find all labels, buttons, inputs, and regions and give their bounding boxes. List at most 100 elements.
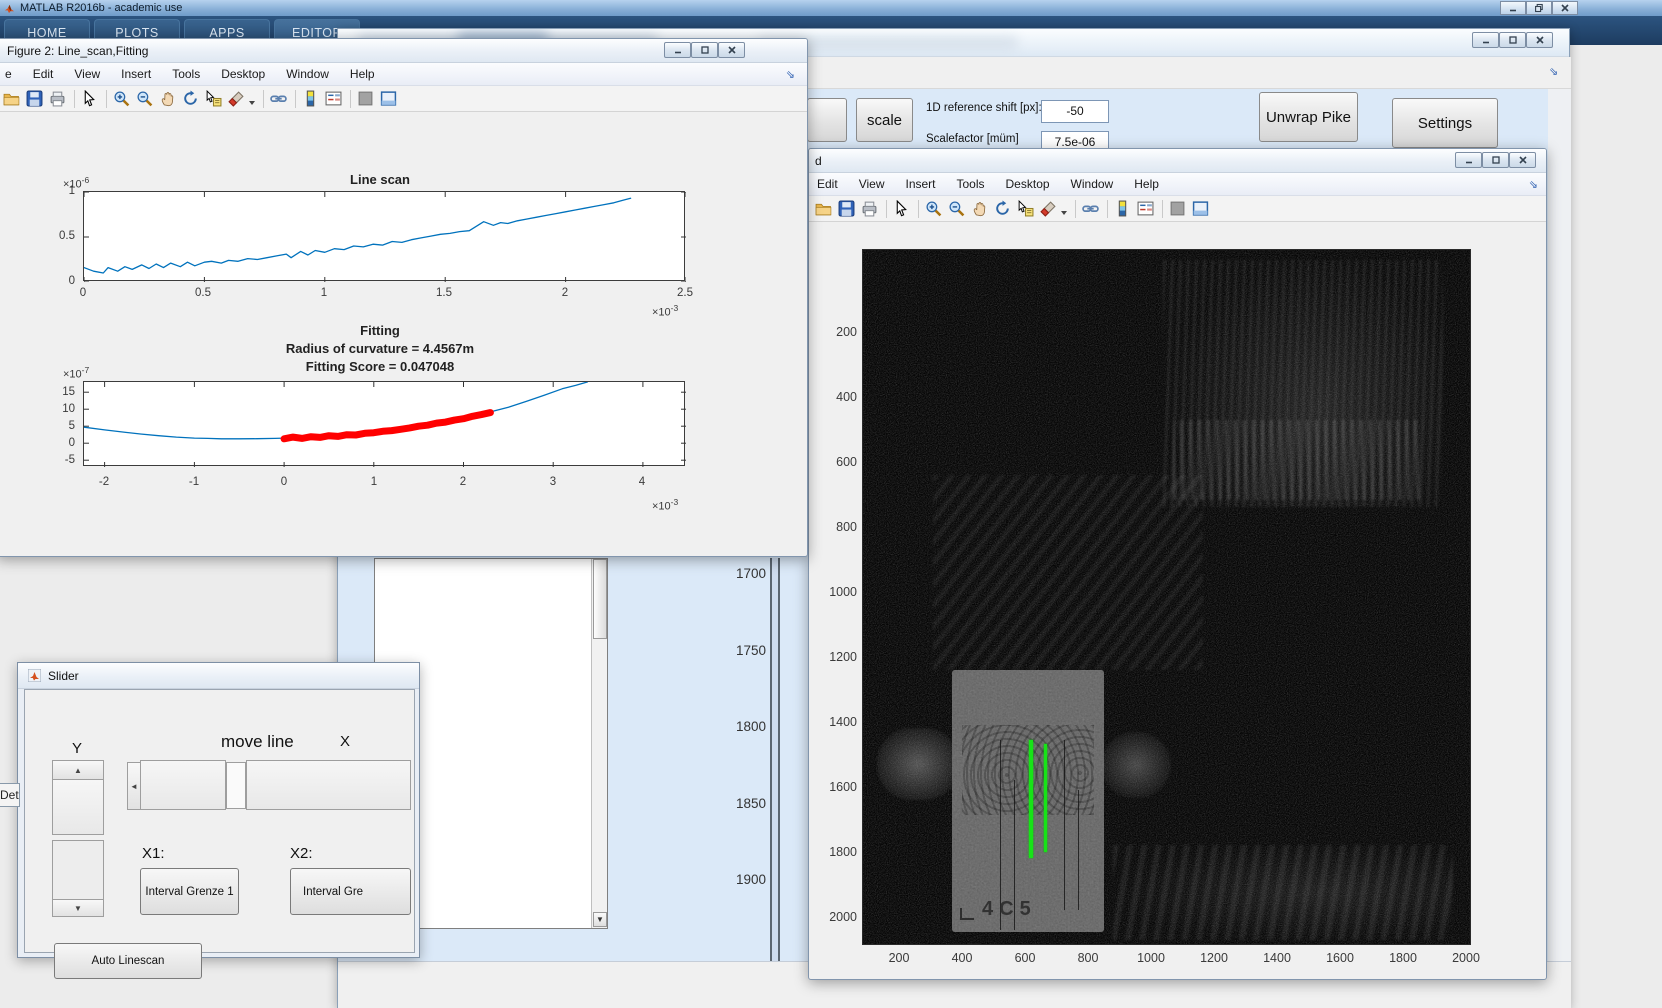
save-icon[interactable] bbox=[26, 90, 43, 107]
colorbar-icon[interactable] bbox=[1114, 200, 1131, 217]
link-plot-icon[interactable] bbox=[1082, 200, 1099, 217]
ytick: 10 bbox=[62, 403, 75, 415]
scale-button[interactable]: scale bbox=[856, 98, 913, 142]
chip-mark bbox=[960, 908, 974, 920]
menu-edit[interactable]: Edit bbox=[817, 177, 838, 191]
legend-icon[interactable] bbox=[1137, 200, 1154, 217]
close-button[interactable] bbox=[1509, 152, 1536, 168]
minimize-button[interactable] bbox=[664, 42, 691, 58]
list-tick: 1800 bbox=[735, 719, 766, 734]
interval-grenze-2-button[interactable]: Interval Gre bbox=[290, 868, 411, 915]
maximize-button[interactable] bbox=[691, 42, 718, 58]
rotate-icon[interactable] bbox=[182, 90, 199, 107]
xtick: 0 bbox=[79, 287, 87, 299]
menu-help[interactable]: Help bbox=[350, 67, 375, 81]
brush-icon[interactable] bbox=[1040, 200, 1057, 217]
menu-tools[interactable]: Tools bbox=[957, 177, 985, 191]
speckle-image-axes[interactable]: 4C5 bbox=[862, 249, 1471, 945]
minimize-button[interactable] bbox=[1472, 32, 1499, 48]
close-button[interactable] bbox=[1552, 1, 1578, 15]
ytick: 200 bbox=[836, 325, 857, 339]
brush-dropdown-caret[interactable] bbox=[1061, 210, 1067, 215]
linescan-marker-1[interactable] bbox=[1029, 740, 1033, 858]
colorbar-icon[interactable] bbox=[302, 90, 319, 107]
slider-thumb[interactable] bbox=[52, 779, 104, 835]
data-cursor-icon[interactable] bbox=[1017, 200, 1034, 217]
slider-track[interactable] bbox=[52, 840, 104, 900]
figure-menubar: e Edit View Insert Tools Desktop Window … bbox=[0, 63, 807, 86]
dock-figure-icon[interactable] bbox=[380, 90, 397, 107]
cursor-icon[interactable] bbox=[893, 200, 910, 217]
zoom-in-icon[interactable] bbox=[113, 90, 130, 107]
new-figure-icon[interactable] bbox=[815, 200, 832, 217]
scrollbar-thumb[interactable] bbox=[593, 559, 607, 639]
menu-desktop[interactable]: Desktop bbox=[1006, 177, 1050, 191]
menu-tools[interactable]: Tools bbox=[172, 67, 200, 81]
minimize-button[interactable] bbox=[1500, 1, 1526, 15]
close-button[interactable] bbox=[718, 42, 745, 58]
menu-insert[interactable]: Insert bbox=[121, 67, 151, 81]
figure-title: Figure 2: Line_scan,Fitting bbox=[7, 43, 149, 58]
move-line-label: move line bbox=[221, 732, 294, 751]
menu-help[interactable]: Help bbox=[1134, 177, 1159, 191]
pan-icon[interactable] bbox=[159, 90, 176, 107]
brush-dropdown-caret[interactable] bbox=[249, 100, 255, 105]
linescan-axes[interactable] bbox=[83, 191, 686, 282]
xtick: 1200 bbox=[1200, 951, 1228, 965]
interval-grenze-1-button[interactable]: Interval Grenze 1 bbox=[140, 868, 239, 915]
dock-arrow-icon[interactable]: ⇘ bbox=[786, 68, 795, 81]
panel-vertical-scrollbar[interactable] bbox=[770, 558, 780, 961]
unwrap-pike-button[interactable]: Unwrap Pike bbox=[1259, 92, 1358, 142]
rotate-icon[interactable] bbox=[994, 200, 1011, 217]
fitting-axes[interactable] bbox=[83, 381, 686, 467]
hslider-thumb[interactable] bbox=[140, 760, 226, 810]
link-plot-icon[interactable] bbox=[270, 90, 287, 107]
ref-shift-input[interactable]: -50 bbox=[1041, 100, 1109, 123]
data-cursor-icon[interactable] bbox=[205, 90, 222, 107]
pan-icon[interactable] bbox=[971, 200, 988, 217]
zoom-out-icon[interactable] bbox=[136, 90, 153, 107]
app-title: MATLAB R2016b - academic use bbox=[20, 2, 183, 14]
zoom-in-icon[interactable] bbox=[925, 200, 942, 217]
menu-edit[interactable]: Edit bbox=[33, 67, 54, 81]
menu-window[interactable]: Window bbox=[286, 67, 329, 81]
hslider-track[interactable] bbox=[226, 762, 246, 809]
minimize-button[interactable] bbox=[1455, 152, 1482, 168]
ytick: 0 bbox=[68, 437, 75, 449]
brush-icon[interactable] bbox=[228, 90, 245, 107]
dock-arrow-icon[interactable]: ⇘ bbox=[1529, 178, 1538, 191]
print-icon[interactable] bbox=[49, 90, 66, 107]
toggle-icon[interactable] bbox=[1169, 200, 1186, 217]
save-icon[interactable] bbox=[838, 200, 855, 217]
scrollbar-down-button[interactable]: ▼ bbox=[593, 912, 607, 927]
maximize-button[interactable] bbox=[1482, 152, 1509, 168]
restore-button[interactable] bbox=[1526, 1, 1552, 15]
menu-insert[interactable]: Insert bbox=[905, 177, 935, 191]
close-button[interactable] bbox=[1526, 32, 1553, 48]
menu-view[interactable]: View bbox=[859, 177, 885, 191]
menu-file-clipped[interactable]: e bbox=[5, 67, 12, 81]
linescan-marker-2[interactable] bbox=[1044, 744, 1047, 852]
cursor-icon[interactable] bbox=[81, 90, 98, 107]
toggle-icon[interactable] bbox=[357, 90, 374, 107]
dock-figure-icon[interactable] bbox=[1192, 200, 1209, 217]
settings-button[interactable]: Settings bbox=[1392, 98, 1498, 148]
dock-arrow-icon[interactable]: ⇘ bbox=[1549, 65, 1558, 78]
menu-view[interactable]: View bbox=[74, 67, 100, 81]
slider-left-button[interactable]: ◄ bbox=[127, 762, 141, 810]
fringe-band bbox=[1173, 420, 1423, 500]
clipped-button-fragment[interactable] bbox=[807, 98, 847, 142]
ytick: 5 bbox=[68, 420, 75, 432]
listbox-scrollbar[interactable]: ▼ bbox=[591, 559, 607, 928]
zoom-out-icon[interactable] bbox=[948, 200, 965, 217]
menu-desktop[interactable]: Desktop bbox=[221, 67, 265, 81]
print-icon[interactable] bbox=[861, 200, 878, 217]
new-figure-icon[interactable] bbox=[3, 90, 20, 107]
slider-down-button[interactable]: ▼ bbox=[52, 899, 104, 917]
menu-window[interactable]: Window bbox=[1071, 177, 1114, 191]
legend-icon[interactable] bbox=[325, 90, 342, 107]
slider-up-button[interactable]: ▲ bbox=[52, 760, 104, 780]
maximize-button[interactable] bbox=[1499, 32, 1526, 48]
auto-linescan-button[interactable]: Auto Linescan bbox=[54, 943, 202, 979]
hslider-segment[interactable] bbox=[246, 760, 411, 810]
